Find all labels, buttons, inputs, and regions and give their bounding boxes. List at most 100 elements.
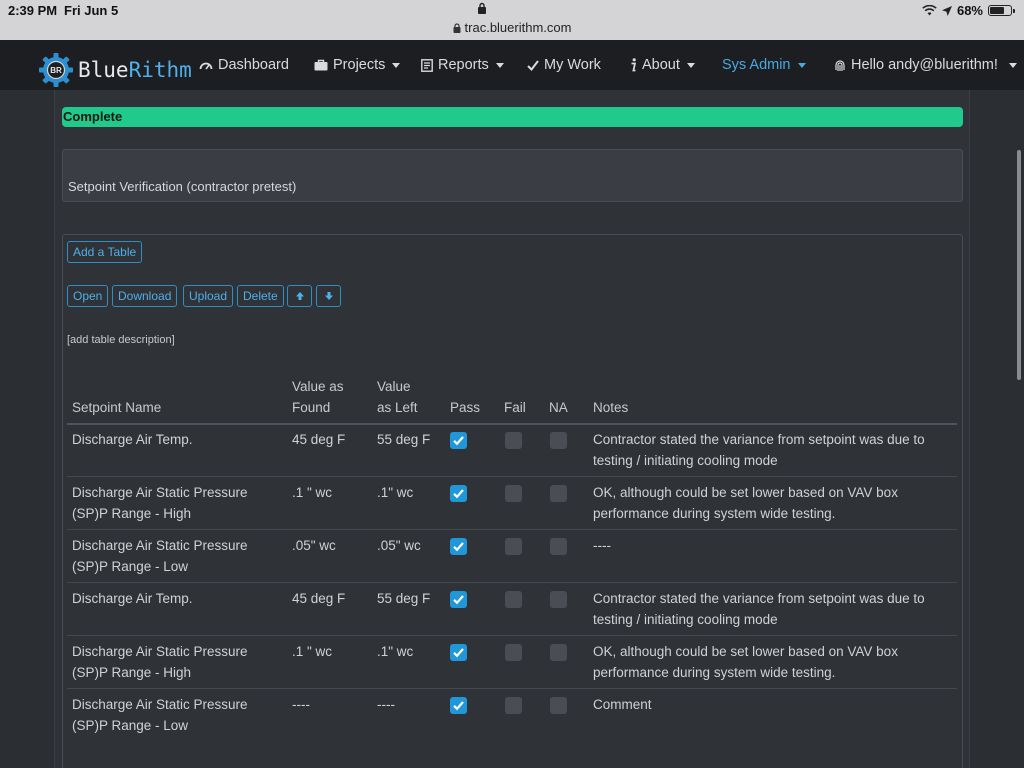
url-text[interactable]: trac.bluerithm.com xyxy=(465,20,572,35)
value-as-left[interactable]: .1" wc xyxy=(377,641,413,662)
fail-checkbox[interactable] xyxy=(505,538,522,555)
setpoint-name-line2: (SP)P Range - Low xyxy=(72,559,189,574)
fail-checkbox[interactable] xyxy=(505,485,522,502)
checkmark-icon xyxy=(453,436,464,446)
battery-percent: 68% xyxy=(956,3,983,18)
pass-checkbox[interactable] xyxy=(450,485,467,502)
value-as-found[interactable]: ---- xyxy=(292,694,310,715)
pass-checkbox[interactable] xyxy=(450,644,467,661)
header-na: NA xyxy=(549,400,568,415)
notes[interactable]: ---- xyxy=(593,535,611,556)
na-checkbox[interactable] xyxy=(550,697,567,714)
info-icon xyxy=(631,58,637,72)
table-description[interactable]: [add table description] xyxy=(67,334,175,346)
setpoint-name: Discharge Air Static Pressure xyxy=(72,485,248,500)
notes-line2[interactable]: testing / initiating cooling mode xyxy=(593,450,778,471)
nav-sys-admin[interactable]: Sys Admin xyxy=(722,57,806,73)
checkmark-icon xyxy=(453,701,464,711)
nav-user-menu[interactable]: Hello andy@bluerithm! xyxy=(834,57,1017,73)
delete-button[interactable]: Delete xyxy=(237,285,284,307)
setpoint-name-line2: (SP)P Range - High xyxy=(72,506,192,521)
nav-about[interactable]: About xyxy=(630,57,695,73)
download-button[interactable]: Download xyxy=(112,285,178,307)
row-divider xyxy=(67,529,957,530)
gear-logo-icon: BR xyxy=(39,53,73,87)
notes[interactable]: OK, although could be set lower based on… xyxy=(593,641,898,662)
brand-logo[interactable]: BR BlueRithm xyxy=(38,52,192,88)
move-up-button[interactable] xyxy=(287,285,312,307)
notes-line2[interactable]: performance during system wide testing. xyxy=(593,503,835,524)
value-as-left[interactable]: 55 deg F xyxy=(377,429,430,450)
fingerprint-icon xyxy=(835,59,845,71)
pass-checkbox[interactable] xyxy=(450,432,467,449)
chevron-down-icon xyxy=(392,62,401,68)
value-as-found[interactable]: 45 deg F xyxy=(292,429,345,450)
fail-checkbox[interactable] xyxy=(505,432,522,449)
scrollbar[interactable] xyxy=(1017,150,1021,380)
na-checkbox[interactable] xyxy=(550,432,567,449)
na-checkbox[interactable] xyxy=(550,591,567,608)
move-down-button[interactable] xyxy=(316,285,341,307)
dashboard-gauge-icon xyxy=(199,62,213,70)
na-checkbox[interactable] xyxy=(550,644,567,661)
notes-line2[interactable]: performance during system wide testing. xyxy=(593,662,835,683)
upload-button[interactable]: Upload xyxy=(183,285,234,307)
pass-checkbox[interactable] xyxy=(450,538,467,555)
notes-line2[interactable]: testing / initiating cooling mode xyxy=(593,609,778,630)
chevron-down-icon xyxy=(797,62,806,68)
nav-reports-label: Reports xyxy=(438,57,489,73)
value-as-left[interactable]: 55 deg F xyxy=(377,588,430,609)
nav-my-work[interactable]: My Work xyxy=(527,57,601,73)
briefcase-icon xyxy=(314,59,328,71)
setpoint-name: Discharge Air Static Pressure xyxy=(72,644,248,659)
row-divider xyxy=(67,476,957,477)
checkmark-icon xyxy=(453,542,464,552)
header-value-as-left-2: as Left xyxy=(377,400,418,415)
nav-reports[interactable]: Reports xyxy=(421,57,504,73)
header-value-as-found-1: Value as xyxy=(292,379,344,394)
fail-checkbox[interactable] xyxy=(505,644,522,661)
value-as-found[interactable]: .05" wc xyxy=(292,535,336,556)
notes[interactable]: OK, although could be set lower based on… xyxy=(593,482,898,503)
add-table-button[interactable]: Add a Table xyxy=(67,241,143,263)
notes[interactable]: Contractor stated the variance from setp… xyxy=(593,429,925,450)
setpoint-name-line2: (SP)P Range - High xyxy=(72,665,192,680)
report-icon xyxy=(421,58,433,72)
top-navbar: BR BlueRithm Dashboard Projects Reports … xyxy=(0,40,1024,90)
na-checkbox[interactable] xyxy=(550,485,567,502)
nav-dashboard-label: Dashboard xyxy=(218,57,289,73)
wifi-icon xyxy=(922,5,937,16)
value-as-found[interactable]: .1 " wc xyxy=(292,482,332,503)
value-as-left[interactable]: .1" wc xyxy=(377,482,413,503)
fail-checkbox[interactable] xyxy=(505,697,522,714)
value-as-left[interactable]: ---- xyxy=(377,694,395,715)
lock-icon xyxy=(478,2,486,14)
value-as-found[interactable]: 45 deg F xyxy=(292,588,345,609)
row-divider xyxy=(67,688,957,689)
status-badge: Complete xyxy=(62,107,963,127)
pass-checkbox[interactable] xyxy=(450,591,467,608)
nav-about-label: About xyxy=(642,57,680,73)
section-title: Setpoint Verification (contractor pretes… xyxy=(68,179,297,194)
checkmark-icon xyxy=(453,489,464,499)
value-as-left[interactable]: .05" wc xyxy=(377,535,421,556)
ios-status-bar: 2:39 PM Fri Jun 5 68% xyxy=(0,0,1024,20)
open-button[interactable]: Open xyxy=(67,285,109,307)
arrow-down-icon xyxy=(324,292,333,300)
na-checkbox[interactable] xyxy=(550,538,567,555)
pass-checkbox[interactable] xyxy=(450,697,467,714)
date: Fri Jun 5 xyxy=(64,3,119,18)
setpoint-name: Discharge Air Temp. xyxy=(72,591,193,606)
notes[interactable]: Contractor stated the variance from setp… xyxy=(593,588,925,609)
setpoint-name: Discharge Air Static Pressure xyxy=(72,697,248,712)
fail-checkbox[interactable] xyxy=(505,591,522,608)
value-as-found[interactable]: .1 " wc xyxy=(292,641,332,662)
chevron-down-icon xyxy=(686,62,695,68)
nav-projects[interactable]: Projects xyxy=(314,57,401,73)
lock-icon xyxy=(453,22,461,33)
nav-dashboard[interactable]: Dashboard xyxy=(199,57,289,73)
address-bar[interactable]: trac.bluerithm.com xyxy=(0,20,1024,40)
nav-my-work-label: My Work xyxy=(544,57,601,73)
notes[interactable]: Comment xyxy=(593,694,652,715)
header-value-as-found-2: Found xyxy=(292,400,331,415)
